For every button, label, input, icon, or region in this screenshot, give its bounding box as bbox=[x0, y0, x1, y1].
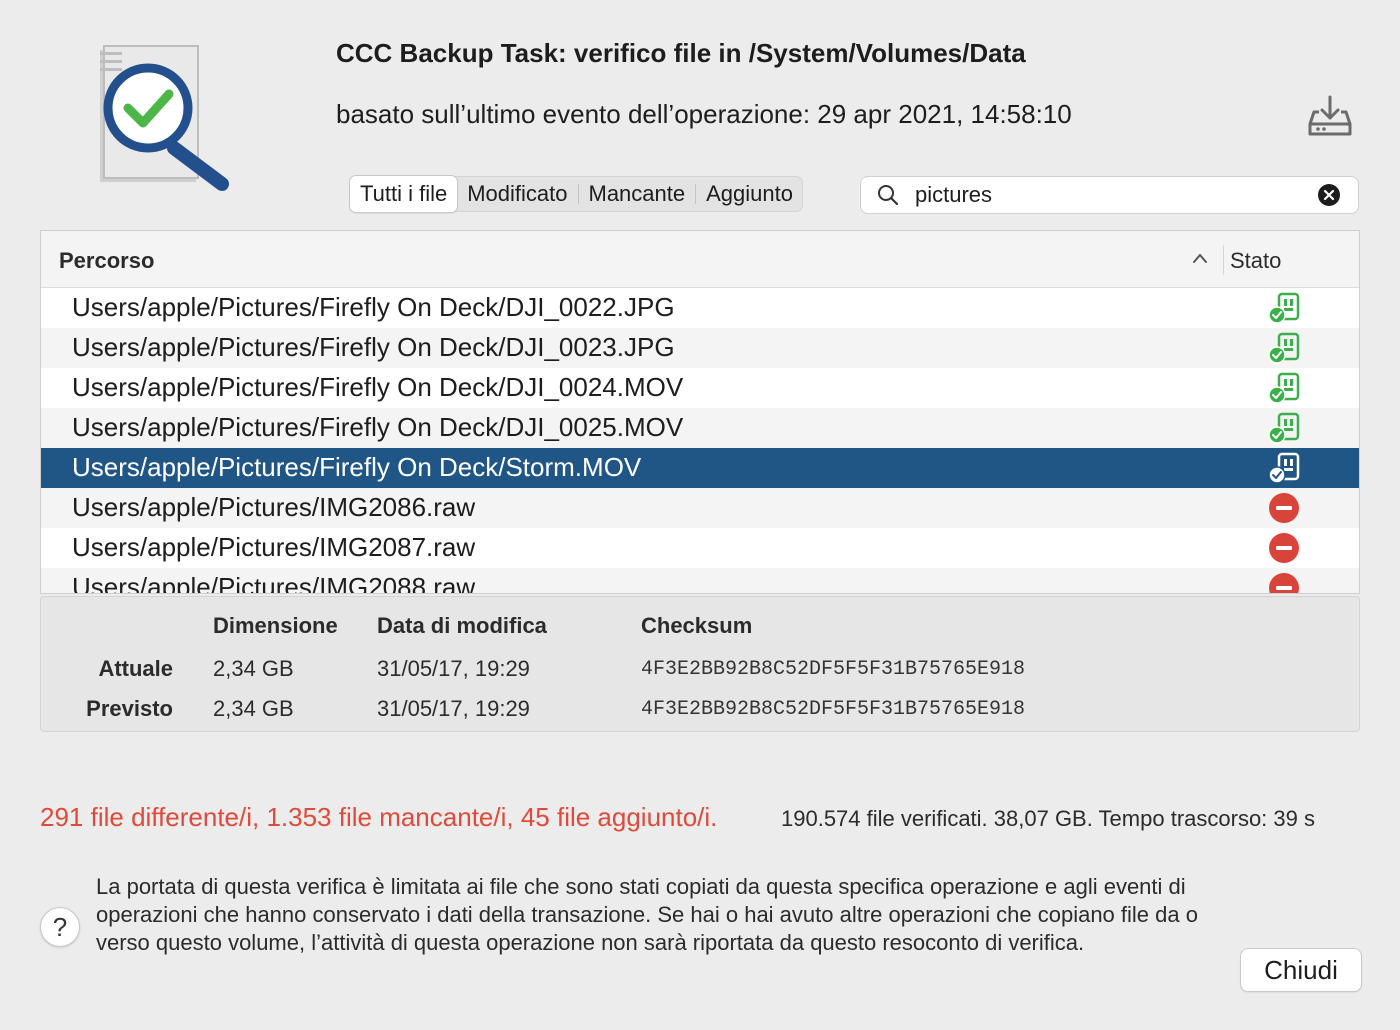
table-row[interactable]: Users/apple/Pictures/Firefly On Deck/DJI… bbox=[41, 288, 1359, 328]
table-row[interactable]: Users/apple/Pictures/Firefly On Deck/DJI… bbox=[41, 328, 1359, 368]
expected-checksum: 4F3E2BB92B8C52DF5F5F31B75765E918 bbox=[641, 698, 1026, 721]
expected-mod-date: 31/05/17, 19:29 bbox=[377, 696, 530, 721]
column-divider[interactable] bbox=[1223, 245, 1224, 275]
verification-window: CCC Backup Task: verifico file in /Syste… bbox=[0, 0, 1400, 1030]
row-path: Users/apple/Pictures/Firefly On Deck/Sto… bbox=[72, 452, 642, 482]
current-mod-date: 31/05/17, 19:29 bbox=[377, 656, 530, 681]
table-header: Percorso Stato bbox=[41, 231, 1359, 288]
modified-status-icon bbox=[1268, 292, 1300, 324]
current-size: 2,34 GB bbox=[213, 656, 294, 681]
table-row[interactable]: Users/apple/Pictures/IMG2086.raw bbox=[41, 488, 1359, 528]
window-title: CCC Backup Task: verifico file in /Syste… bbox=[336, 38, 1026, 68]
export-download-icon[interactable] bbox=[1306, 94, 1354, 138]
row-path: Users/apple/Pictures/IMG2088.raw bbox=[72, 572, 476, 594]
row-path: Users/apple/Pictures/IMG2087.raw bbox=[72, 532, 476, 562]
close-button[interactable]: Chiudi bbox=[1241, 949, 1361, 991]
row-path: Users/apple/Pictures/Firefly On Deck/DJI… bbox=[72, 292, 675, 322]
table-body: Users/apple/Pictures/Firefly On Deck/DJI… bbox=[41, 288, 1359, 594]
tab-modified[interactable]: Modificato bbox=[457, 176, 577, 212]
tab-missing[interactable]: Mancante bbox=[579, 176, 696, 212]
missing-status-icon bbox=[1269, 533, 1299, 563]
verify-magnifier-icon bbox=[100, 45, 229, 191]
table-row[interactable]: Users/apple/Pictures/Firefly On Deck/Sto… bbox=[41, 448, 1359, 488]
file-details-panel: Dimensione Data di modifica Checksum Att… bbox=[40, 596, 1360, 732]
modified-status-icon bbox=[1268, 332, 1300, 364]
modified-status-icon bbox=[1268, 412, 1300, 444]
row-path: Users/apple/Pictures/Firefly On Deck/DJI… bbox=[72, 372, 684, 402]
clear-search-icon[interactable] bbox=[1318, 184, 1340, 206]
expected-size: 2,34 GB bbox=[213, 696, 294, 721]
tab-all-files[interactable]: Tutti i file bbox=[350, 176, 458, 212]
row-path: Users/apple/Pictures/Firefly On Deck/DJI… bbox=[72, 412, 684, 442]
details-header-checksum: Checksum bbox=[641, 613, 753, 638]
tab-added[interactable]: Aggiunto bbox=[696, 176, 803, 212]
scope-note: La portata di questa verifica è limitata… bbox=[96, 874, 1198, 955]
missing-status-icon bbox=[1269, 573, 1299, 593]
table-row[interactable]: Users/apple/Pictures/IMG2088.raw bbox=[41, 568, 1359, 594]
filter-segmented-control: Tutti i file Modificato Mancante Aggiunt… bbox=[350, 176, 803, 212]
search-icon bbox=[878, 185, 899, 206]
modified-status-icon bbox=[1268, 452, 1300, 484]
table-row[interactable]: Users/apple/Pictures/Firefly On Deck/DJI… bbox=[41, 408, 1359, 448]
column-header-path[interactable]: Percorso bbox=[59, 248, 154, 274]
help-button[interactable]: ? bbox=[40, 907, 80, 947]
search-input[interactable] bbox=[915, 179, 1295, 211]
missing-status-icon bbox=[1269, 493, 1299, 523]
table-row[interactable]: Users/apple/Pictures/Firefly On Deck/DJI… bbox=[41, 368, 1359, 408]
row-path: Users/apple/Pictures/Firefly On Deck/DJI… bbox=[72, 332, 675, 362]
differences-summary: 291 file differente/i, 1.353 file mancan… bbox=[40, 802, 718, 832]
operation-timestamp: basato sull’ultimo evento dell’operazion… bbox=[336, 99, 1072, 129]
sort-ascending-icon[interactable] bbox=[1191, 251, 1209, 265]
column-header-status[interactable]: Stato bbox=[1230, 248, 1281, 274]
table-row[interactable]: Users/apple/Pictures/IMG2087.raw bbox=[41, 528, 1359, 568]
current-checksum: 4F3E2BB92B8C52DF5F5F31B75765E918 bbox=[641, 658, 1026, 681]
file-table: Percorso Stato Users/apple/Pictures/Fire… bbox=[40, 230, 1360, 594]
details-label-expected: Previsto bbox=[86, 696, 173, 721]
details-header-size: Dimensione bbox=[213, 613, 338, 638]
details-label-current: Attuale bbox=[98, 656, 173, 681]
details-header-mod-date: Data di modifica bbox=[377, 613, 547, 638]
modified-status-icon bbox=[1268, 372, 1300, 404]
row-path: Users/apple/Pictures/IMG2086.raw bbox=[72, 492, 476, 522]
search-field bbox=[861, 177, 1358, 213]
verification-stats: 190.574 file verificati. 38,07 GB. Tempo… bbox=[781, 806, 1315, 831]
